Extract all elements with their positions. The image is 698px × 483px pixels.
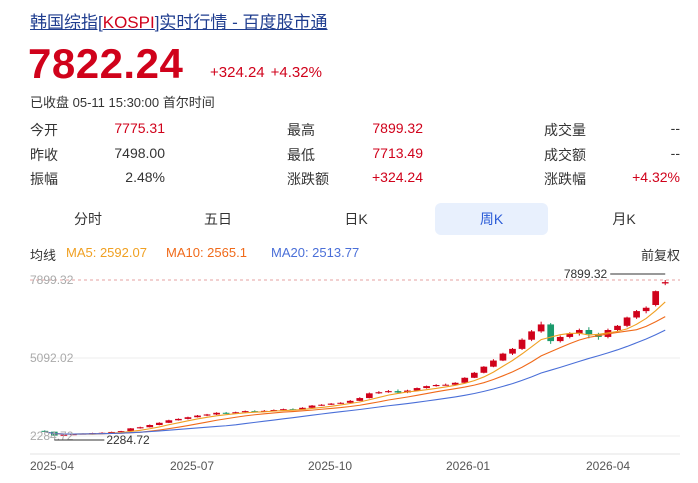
- candle-body: [556, 336, 564, 342]
- candle-body: [480, 366, 488, 373]
- x-label: 2026-04: [586, 459, 630, 473]
- x-label: 2025-04: [30, 459, 74, 473]
- candle-body: [394, 391, 402, 393]
- tab-intraday[interactable]: 分时: [30, 203, 146, 235]
- ma10-value: MA10: 2565.1: [166, 245, 247, 260]
- open-label: 今开: [30, 122, 58, 138]
- open-value: 7775.31: [114, 120, 165, 136]
- change-percent: +4.32%: [270, 64, 322, 81]
- x-label: 2025-10: [308, 459, 352, 473]
- current-price: 7822.24: [28, 40, 184, 87]
- amplitude-label: 振幅: [30, 171, 58, 187]
- page-title: 韩国综指[KOSPI]实时行情 - 百度股市通: [30, 13, 328, 32]
- candle-body: [642, 307, 650, 312]
- candle-body: [623, 317, 631, 326]
- candle-body: [470, 372, 478, 378]
- candle-body: [136, 427, 144, 429]
- period-tabs: 分时 五日 日K 周K 月K: [30, 203, 680, 235]
- candle-body: [652, 291, 660, 305]
- candle-body: [241, 411, 249, 413]
- candle-body: [490, 360, 497, 367]
- candle-body: [528, 331, 535, 340]
- candle-body: [518, 339, 526, 349]
- turnover-value: --: [670, 145, 680, 161]
- candle-body: [365, 393, 373, 399]
- high-value: 7899.32: [372, 120, 423, 136]
- x-label: 2026-01: [446, 459, 490, 473]
- candle-body: [432, 385, 440, 387]
- x-label: 2025-07: [170, 459, 214, 473]
- change-pct-label: 涨跌幅: [544, 171, 586, 187]
- volume-label: 成交量: [544, 122, 586, 138]
- candle-body: [346, 400, 354, 403]
- y-label-mid: 5092.02: [30, 351, 74, 365]
- candle-body: [585, 329, 593, 335]
- ma5-value: MA5: 2592.07: [66, 245, 147, 260]
- candle-body: [203, 414, 211, 416]
- candle-body: [375, 392, 383, 394]
- candle-body: [385, 391, 392, 393]
- price-change: +324.24 +4.32%: [210, 64, 322, 81]
- ma20-value: MA20: 2513.77: [271, 245, 360, 260]
- tab-five-day[interactable]: 五日: [160, 203, 276, 235]
- change-amt-value: +324.24: [372, 169, 423, 185]
- ma20-line: [44, 329, 666, 435]
- prev-close-value: 7498.00: [114, 145, 165, 161]
- amplitude-value: 2.48%: [125, 169, 165, 185]
- change-pct-value: +4.32%: [632, 169, 680, 185]
- candle-body: [155, 422, 163, 426]
- y-label-max: 7899.32: [30, 273, 74, 287]
- candle-body: [356, 398, 364, 401]
- candle-body: [633, 311, 640, 318]
- candle-body: [547, 324, 555, 342]
- candle-body: [461, 377, 469, 383]
- candle-body: [146, 425, 154, 428]
- candle-body: [327, 403, 335, 405]
- low-label: 最低: [287, 147, 315, 163]
- market-status: 已收盘 05-11 15:30:00 首尔时间: [30, 95, 215, 110]
- candle-body: [537, 324, 545, 332]
- tab-daily-k[interactable]: 日K: [298, 203, 414, 235]
- candle-body: [308, 405, 316, 408]
- candle-body: [442, 384, 450, 386]
- tab-monthly-k[interactable]: 月K: [566, 203, 682, 235]
- candle-body: [184, 417, 192, 419]
- volume-value: --: [670, 120, 680, 136]
- change-amount: +324.24: [210, 64, 265, 81]
- high-label: 最高: [287, 122, 315, 138]
- candle-body: [175, 418, 182, 421]
- kline-chart[interactable]: 7899.32 5092.02 2284.72 7899.32 2284.72 2025-…: [0, 262, 698, 483]
- candle-body: [213, 412, 220, 415]
- candle-body: [194, 415, 201, 418]
- prev-close-label: 昨收: [30, 147, 58, 163]
- turnover-label: 成交额: [544, 147, 586, 163]
- candle-body: [318, 404, 325, 406]
- max-annotation: 7899.32: [564, 267, 608, 281]
- low-value: 7713.49: [372, 145, 423, 161]
- candle-body: [614, 325, 621, 330]
- candle-body: [499, 353, 507, 361]
- y-label-min: 2284.72: [30, 429, 74, 443]
- candle-body: [337, 402, 345, 404]
- ma5-line: [44, 301, 666, 435]
- candle-body: [222, 412, 230, 414]
- change-amt-label: 涨跌额: [287, 171, 329, 187]
- candle-body: [165, 420, 173, 423]
- candle-body: [423, 386, 430, 389]
- candle-body: [661, 282, 669, 284]
- candle-body: [509, 348, 516, 354]
- tab-weekly-k[interactable]: 周K: [435, 203, 548, 235]
- min-annotation: 2284.72: [106, 433, 150, 447]
